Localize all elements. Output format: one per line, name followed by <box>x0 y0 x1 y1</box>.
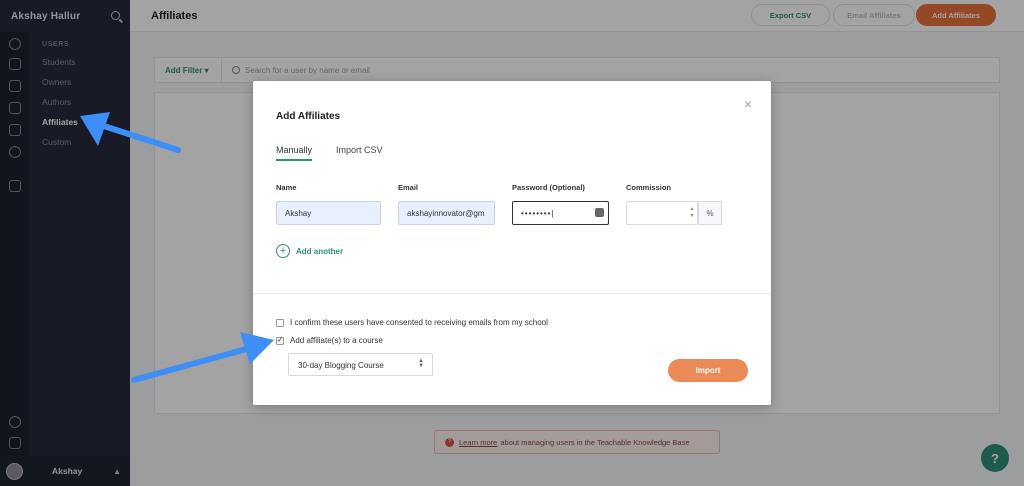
arrow-to-course-checkbox <box>131 332 274 383</box>
annotation-arrows <box>80 112 274 383</box>
arrow-to-affiliates <box>80 112 181 153</box>
